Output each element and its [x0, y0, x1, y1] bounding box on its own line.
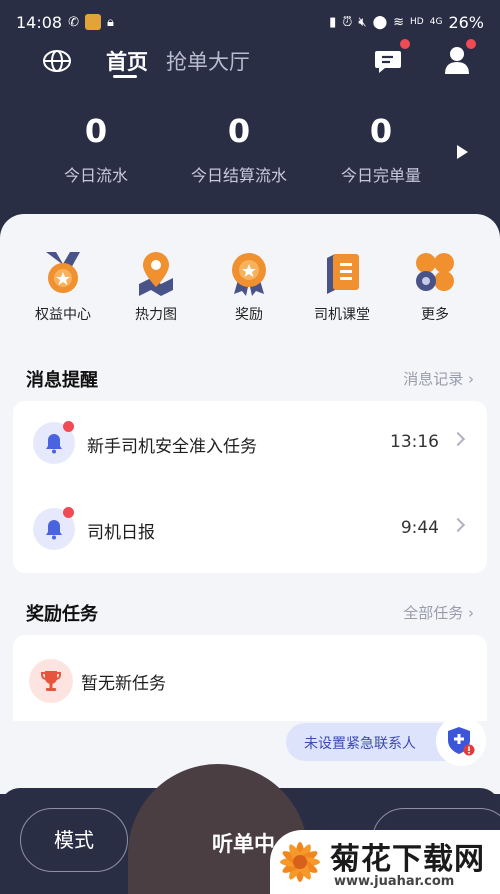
daily-stats: 0 今日流水 0 今日结算流水 0 今日完单量 [0, 112, 500, 192]
shield-alert-icon [448, 727, 475, 756]
empty-task-text: 暂无新任务 [81, 674, 166, 694]
message-title: 司机日报 [87, 523, 155, 543]
shortcut-grid: 权益中心 热力图 奖励 司机课堂 更多 [0, 250, 500, 330]
chevron-right-icon: › [468, 370, 474, 388]
active-tab-indicator [113, 75, 137, 78]
shortcut-more[interactable]: 更多 [390, 250, 480, 324]
status-bar: 14:08 ✆ 🔒︎ ▮ ⏰︎ 🔇︎ ⬤ ≋ HD 4G 26% [16, 10, 484, 34]
unread-dot [63, 507, 74, 518]
stat-value: 0 [84, 112, 108, 150]
stat-label: 今日结算流水 [190, 166, 287, 185]
main-content: 权益中心 热力图 奖励 司机课堂 更多 消息提醒 消息记录 › 新手司机安全准入… [0, 214, 500, 794]
shortcut-label: 司机课堂 [314, 307, 370, 323]
stat-today-revenue[interactable]: 0 今日流水 [21, 112, 171, 186]
shortcut-heatmap[interactable]: 热力图 [111, 250, 201, 324]
stat-label: 今日流水 [63, 166, 128, 185]
list-item[interactable]: 新手司机安全准入任务 13:16 [13, 401, 487, 487]
watermark-title: 菊花下载网 [330, 842, 485, 877]
alarm-icon: ⏰︎ [342, 14, 353, 30]
site-watermark: 菊花下载网 www.juahar.com [270, 830, 500, 894]
shortcut-benefits-center[interactable]: 权益中心 [18, 250, 108, 324]
shortcut-label: 奖励 [235, 307, 263, 323]
message-time: 13:16 [390, 432, 439, 452]
message-icon[interactable] [374, 46, 406, 76]
wifi-icon: ≋ [393, 14, 405, 30]
message-history-label: 消息记录 [403, 370, 464, 388]
bell-icon [46, 520, 62, 540]
message-history-link[interactable]: 消息记录 › [403, 368, 474, 389]
shield-icon-badge [436, 716, 486, 766]
emergency-contact-widget[interactable]: 未设置紧急联系人 [286, 716, 486, 766]
bell-icon-badge [33, 507, 75, 550]
medal-icon [46, 252, 80, 293]
unread-dot [63, 421, 74, 432]
phone-call-icon: ✆ [68, 14, 80, 30]
shortcut-rewards[interactable]: 奖励 [204, 250, 294, 324]
stat-today-completed[interactable]: 0 今日完单量 [306, 112, 456, 186]
mute-icon: 🔇︎ [358, 14, 367, 30]
watermark-url: www.juahar.com [334, 874, 455, 889]
battery-level: 26% [448, 12, 484, 32]
map-pin-icon [139, 252, 173, 296]
trophy-icon-badge [29, 659, 73, 703]
message-unread-dot [400, 39, 410, 49]
chevron-right-icon [450, 517, 466, 533]
battery-saver-icon: ▮ [329, 14, 337, 30]
top-nav: 首页 抢单大厅 [0, 39, 500, 82]
message-time: 9:44 [400, 518, 439, 538]
shortcut-label: 权益中心 [35, 307, 91, 323]
stat-value: 0 [369, 112, 393, 150]
location-icon: ⬤ [372, 14, 388, 30]
trophy-icon [41, 671, 61, 691]
list-item[interactable]: 司机日报 9:44 [13, 487, 487, 573]
stat-value: 0 [227, 112, 251, 150]
listening-status-button[interactable]: 听单中 [212, 828, 275, 858]
message-title: 新手司机安全准入任务 [87, 437, 257, 457]
bell-icon-badge [33, 421, 75, 464]
network-indicator: 4G [429, 17, 443, 27]
hd-indicator: HD [410, 17, 424, 27]
tab-home[interactable]: 首页 [106, 46, 148, 76]
app-notification-icon [85, 14, 102, 30]
shortcut-driver-class[interactable]: 司机课堂 [297, 250, 387, 324]
rewards-section-title: 奖励任务 [26, 604, 98, 625]
bell-icon [46, 434, 62, 454]
chrysanthemum-logo-icon [280, 842, 320, 882]
more-icon [416, 253, 454, 291]
reward-task-card: 暂无新任务 [13, 635, 487, 721]
messages-section-title: 消息提醒 [26, 370, 98, 391]
award-icon [232, 253, 266, 296]
book-icon [327, 254, 359, 294]
stat-today-settled[interactable]: 0 今日结算流水 [164, 112, 314, 186]
message-list: 新手司机安全准入任务 13:16 司机日报 9:44 [13, 401, 487, 573]
emergency-contact-label: 未设置紧急联系人 [286, 723, 456, 761]
all-tasks-label: 全部任务 [403, 604, 464, 622]
chevron-right-icon: › [468, 604, 474, 622]
shortcut-label: 热力图 [135, 307, 177, 323]
stat-label: 今日完单量 [340, 166, 421, 185]
status-time: 14:08 [16, 12, 63, 32]
lock-icon: 🔒︎ [107, 14, 114, 30]
globe-icon[interactable] [42, 48, 72, 74]
mode-button[interactable]: 模式 [20, 808, 128, 872]
all-tasks-link[interactable]: 全部任务 › [403, 602, 474, 623]
shortcut-label: 更多 [421, 307, 449, 323]
tab-order-hall[interactable]: 抢单大厅 [166, 46, 250, 76]
play-arrow-icon[interactable] [457, 145, 468, 159]
chevron-right-icon [450, 431, 466, 447]
profile-unread-dot [466, 39, 476, 49]
